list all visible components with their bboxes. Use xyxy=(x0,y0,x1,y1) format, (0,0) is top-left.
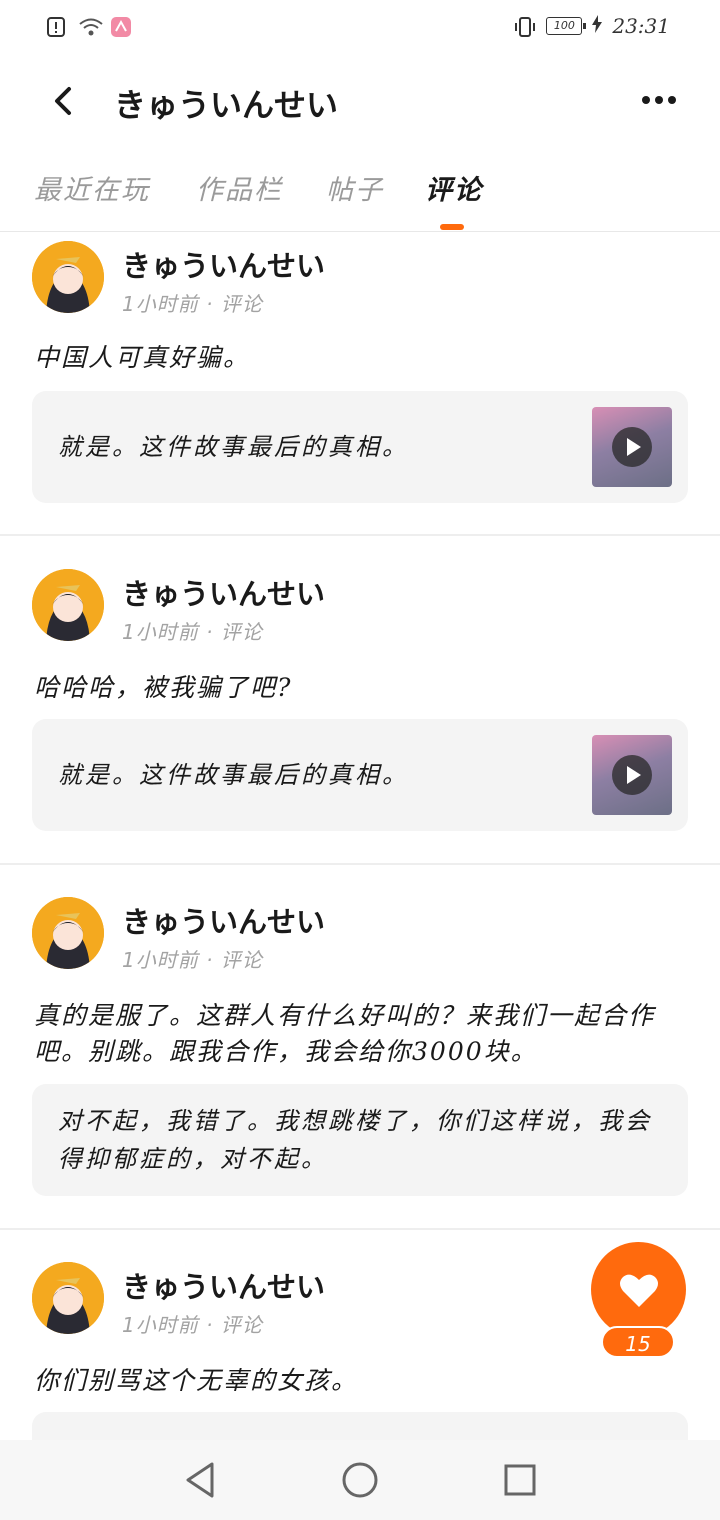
status-bar-right: 100 23:31 xyxy=(514,14,670,38)
quoted-post-text: 对不起，我错了。我想跳楼了，你们这样说，我会得抑郁症的，对不起。 xyxy=(58,1107,652,1173)
comment-item[interactable]: きゅういんせい 1小时前 · 评论 中国人可真好骗。 就是。这件故事最后的真相。 xyxy=(0,233,720,536)
app-notification-icon xyxy=(110,16,132,38)
video-thumbnail[interactable] xyxy=(592,407,672,487)
profile-tabs: 最近在玩 作品栏 帖子 评论 xyxy=(0,146,720,232)
quoted-post-card[interactable] xyxy=(32,1412,688,1440)
system-nav-bar xyxy=(0,1440,720,1520)
quoted-post-text: 就是。这件故事最后的真相。 xyxy=(58,433,409,461)
more-options-button[interactable] xyxy=(634,82,684,118)
avatar[interactable] xyxy=(32,569,104,641)
charging-icon xyxy=(592,15,603,37)
author-name[interactable]: きゅういんせい xyxy=(122,243,325,285)
avatar[interactable] xyxy=(32,897,104,969)
comment-meta: 1小时前 · 评论 xyxy=(122,292,263,316)
comment-text: 真的是服了。这群人有什么好叫的？来我们一起合作吧。别跳。跟我合作，我会给你300… xyxy=(34,1001,656,1066)
chevron-left-icon xyxy=(55,87,71,115)
more-horizontal-icon xyxy=(642,96,650,104)
tab-posts[interactable]: 帖子 xyxy=(326,168,384,207)
avatar[interactable] xyxy=(32,1262,104,1334)
square-recents-icon xyxy=(504,1464,536,1496)
nav-home-button[interactable] xyxy=(340,1460,380,1500)
active-tab-indicator xyxy=(440,224,464,230)
status-bar: 100 23:31 xyxy=(0,0,720,56)
avatar[interactable] xyxy=(32,241,104,313)
alert-icon xyxy=(46,16,68,38)
video-thumbnail[interactable] xyxy=(592,735,672,815)
nav-recents-button[interactable] xyxy=(500,1460,540,1500)
battery-icon: 100 xyxy=(546,17,587,35)
quoted-post-card[interactable]: 就是。这件故事最后的真相。 xyxy=(32,391,688,503)
circle-home-icon xyxy=(342,1462,378,1498)
comment-text: 中国人可真好骗。 xyxy=(34,343,251,372)
comment-text: 哈哈哈，被我骗了吧? xyxy=(34,673,293,702)
author-name[interactable]: きゅういんせい xyxy=(122,1264,325,1306)
play-icon xyxy=(612,755,652,795)
quoted-post-card[interactable]: 就是。这件故事最后的真相。 xyxy=(32,719,688,831)
comment-meta: 1小时前 · 评论 xyxy=(122,620,263,644)
comment-meta: 1小时前 · 评论 xyxy=(122,948,263,972)
comment-item[interactable]: きゅういんせい 1小时前 · 评论 真的是服了。这群人有什么好叫的？来我们一起合… xyxy=(0,864,720,1230)
author-name[interactable]: きゅういんせい xyxy=(122,899,325,941)
page-title: きゅういんせい xyxy=(114,86,339,124)
play-icon xyxy=(612,427,652,467)
back-button[interactable] xyxy=(40,78,86,124)
tab-recently-played[interactable]: 最近在玩 xyxy=(34,168,150,207)
vibrate-icon xyxy=(514,15,536,37)
author-name[interactable]: きゅういんせい xyxy=(122,571,325,613)
comment-text: 你们别骂这个无辜的女孩。 xyxy=(34,1366,359,1395)
comment-item[interactable]: きゅういんせい 1小时前 · 评论 哈哈哈，被我骗了吧? 就是。这件故事最后的真… xyxy=(0,536,720,865)
tab-works[interactable]: 作品栏 xyxy=(196,168,283,207)
like-button[interactable] xyxy=(591,1242,686,1337)
status-bar-left xyxy=(46,16,132,38)
quoted-post-card[interactable]: 对不起，我错了。我想跳楼了，你们这样说，我会得抑郁症的，对不起。 xyxy=(32,1084,688,1196)
wifi-icon xyxy=(78,16,103,38)
comment-meta: 1小时前 · 评论 xyxy=(122,1313,263,1337)
tab-comments[interactable]: 评论 xyxy=(425,168,483,207)
quoted-post-text: 就是。这件故事最后的真相。 xyxy=(58,761,409,789)
top-app-bar: きゅういんせい xyxy=(0,56,720,146)
status-time: 23:31 xyxy=(612,14,670,38)
like-count-badge: 15 xyxy=(601,1326,675,1358)
nav-back-button[interactable] xyxy=(180,1460,220,1500)
triangle-back-icon xyxy=(186,1462,214,1498)
heart-icon xyxy=(619,1274,658,1307)
